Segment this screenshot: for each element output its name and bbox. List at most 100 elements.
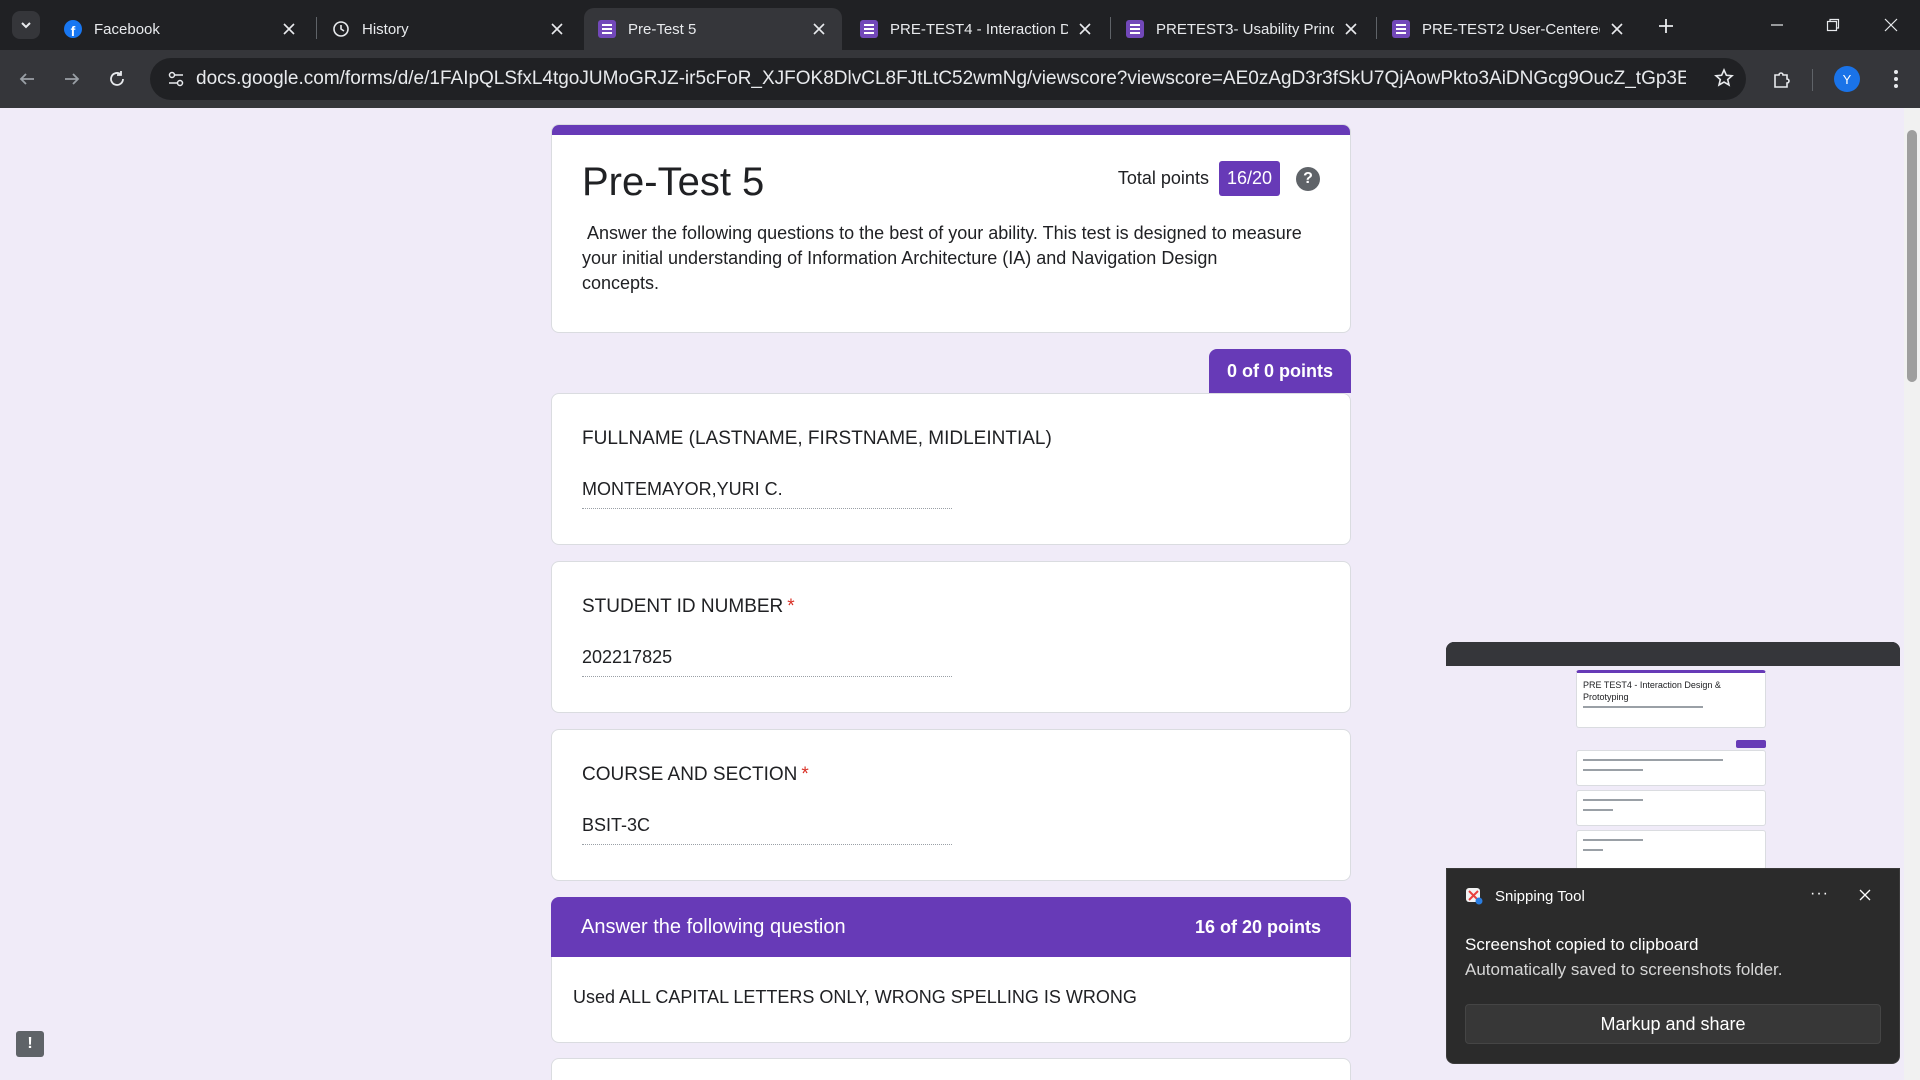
- required-asterisk: *: [787, 596, 795, 617]
- score-badge: 16/20: [1218, 161, 1280, 196]
- total-points-label: Total points: [1117, 168, 1209, 188]
- tab-pre-test-5[interactable]: Pre-Test 5: [584, 8, 842, 50]
- toast-app-header: Snipping Tool: [1465, 887, 1585, 905]
- section-header: Answer the following question 16 of 20 p…: [551, 897, 1351, 957]
- question-title: STUDENT ID NUMBER *: [582, 596, 795, 618]
- tab-title: PRE-TEST2 User-Centered: [1422, 20, 1600, 38]
- question-card-course-section: COURSE AND SECTION * BSIT-3C: [551, 729, 1351, 881]
- answer-text: BSIT-3C: [582, 815, 952, 845]
- scrollbar-thumb[interactable]: [1907, 130, 1917, 382]
- required-asterisk: *: [801, 764, 809, 785]
- arrow-left-icon: [19, 73, 34, 85]
- close-tab-icon[interactable]: [280, 20, 298, 38]
- browser-toolbar: docs.google.com/forms/d/e/1FAIpQLSfxL4tg…: [0, 50, 1920, 108]
- new-tab-button[interactable]: [1652, 12, 1680, 40]
- tab-strip: f Facebook History Pre-Test 5 PRE-TEST4 …: [0, 0, 1920, 50]
- section-description: Used ALL CAPITAL LETTERS ONLY, WRONG SPE…: [573, 987, 1137, 1007]
- google-forms-icon: [598, 20, 616, 38]
- toast-headline: Screenshot copied to clipboard: [1465, 935, 1699, 954]
- section-points: 16 of 20 points: [1194, 916, 1321, 937]
- form-title: Pre-Test 5: [582, 160, 765, 204]
- total-points: Total points 16/20: [1118, 161, 1280, 196]
- tab-pre-test2[interactable]: PRE-TEST2 User-Centered: [1378, 8, 1640, 50]
- tab-search-button[interactable]: [12, 11, 40, 39]
- toast-subtext: Automatically saved to screenshots folde…: [1465, 960, 1783, 979]
- answer-text: MONTEMAYOR,YURI C.: [582, 479, 952, 509]
- tab-separator: [1376, 17, 1377, 39]
- chevron-down-icon: [21, 22, 31, 29]
- question-title: FULLNAME (LASTNAME, FIRSTNAME, MIDLEINTI…: [582, 428, 1056, 450]
- forward-button[interactable]: [56, 63, 88, 95]
- question-card-fullname: FULLNAME (LASTNAME, FIRSTNAME, MIDLEINTI…: [551, 393, 1351, 545]
- question-title-text: FULLNAME (LASTNAME, FIRSTNAME, MIDLEINTI…: [582, 428, 1052, 449]
- restore-icon: [1826, 18, 1840, 32]
- toast-close-button[interactable]: [1855, 885, 1875, 905]
- section-title: Answer the following question: [581, 915, 846, 938]
- close-icon: [1884, 18, 1898, 32]
- tab-facebook[interactable]: f Facebook: [50, 8, 312, 50]
- site-info-icon[interactable]: [156, 58, 196, 100]
- history-icon: [333, 21, 349, 37]
- preview-title: PRE TEST4 - Interaction Design & Prototy…: [1583, 680, 1721, 702]
- preview-question-card: [1576, 790, 1766, 826]
- preview-browser-chrome: [1446, 642, 1900, 666]
- screenshot-preview[interactable]: PRE TEST4 - Interaction Design & Prototy…: [1446, 642, 1900, 868]
- snipping-tool-notification: Snipping Tool ··· Screenshot copied to c…: [1446, 868, 1900, 1064]
- close-icon: [1859, 889, 1871, 901]
- preview-line: [1583, 809, 1613, 811]
- toast-app-name: Snipping Tool: [1495, 887, 1585, 905]
- preview-question-card: [1576, 830, 1766, 868]
- help-icon[interactable]: ?: [1296, 167, 1320, 191]
- browser-menu-button[interactable]: [1880, 63, 1912, 95]
- tab-title: PRETEST3- Usability Princip: [1156, 20, 1334, 38]
- close-tab-icon[interactable]: [1076, 20, 1094, 38]
- tab-pretest3[interactable]: PRETEST3- Usability Princip: [1112, 8, 1374, 50]
- close-window-button[interactable]: [1868, 10, 1914, 40]
- tab-pre-test4[interactable]: PRE-TEST4 - Interaction De: [846, 8, 1108, 50]
- preview-header-card: PRE TEST4 - Interaction Design & Prototy…: [1576, 670, 1766, 728]
- google-forms-icon: [1392, 20, 1410, 38]
- question-title: COURSE AND SECTION *: [582, 764, 809, 786]
- restore-button[interactable]: [1810, 10, 1856, 40]
- accent-band: [552, 125, 1350, 135]
- reload-button[interactable]: [101, 63, 133, 95]
- minimize-button[interactable]: [1754, 10, 1800, 40]
- preview-points-tag: [1736, 740, 1766, 748]
- plus-icon: [1659, 19, 1673, 33]
- close-tab-icon[interactable]: [810, 20, 828, 38]
- markup-and-share-button[interactable]: Markup and share: [1465, 1004, 1881, 1044]
- preview-question-card: [1576, 750, 1766, 786]
- tab-title: Facebook: [94, 20, 160, 38]
- preview-line: [1583, 759, 1723, 761]
- more-vert-icon: [1894, 70, 1898, 88]
- question-title-text: STUDENT ID NUMBER: [582, 596, 784, 617]
- extensions-button[interactable]: [1766, 63, 1798, 95]
- google-forms-icon: [860, 20, 878, 38]
- url-text: docs.google.com/forms/d/e/1FAIpQLSfxL4tg…: [196, 68, 1686, 89]
- preview-line: [1583, 799, 1643, 801]
- puzzle-icon: [1774, 72, 1790, 88]
- next-question-card: [551, 1058, 1351, 1080]
- preview-line: [1583, 769, 1643, 771]
- close-tab-icon[interactable]: [1608, 20, 1626, 38]
- tab-title: Pre-Test 5: [628, 20, 697, 38]
- google-forms-icon: [1126, 20, 1144, 38]
- form-description: Answer the following questions to the be…: [582, 223, 1302, 293]
- answer-text: 202217825: [582, 647, 952, 677]
- back-button[interactable]: [11, 63, 43, 95]
- tab-separator: [1110, 17, 1111, 39]
- more-options-icon[interactable]: ···: [1810, 885, 1829, 903]
- page-scrollbar[interactable]: [1904, 108, 1920, 1080]
- close-tab-icon[interactable]: [548, 20, 566, 38]
- facebook-icon: f: [64, 20, 82, 38]
- profile-avatar[interactable]: Y: [1834, 66, 1860, 92]
- form-header-card: Pre-Test 5 Total points 16/20 ? Answer t…: [551, 124, 1351, 333]
- report-issue-icon[interactable]: !: [16, 1031, 44, 1057]
- points-tab: 0 of 0 points: [1209, 349, 1351, 393]
- close-tab-icon[interactable]: [1342, 20, 1360, 38]
- bookmark-star-icon[interactable]: [1714, 68, 1734, 93]
- minimize-icon: [1771, 24, 1783, 26]
- tab-history[interactable]: History: [318, 8, 580, 50]
- tab-title: History: [362, 20, 409, 38]
- address-bar[interactable]: docs.google.com/forms/d/e/1FAIpQLSfxL4tg…: [150, 58, 1746, 100]
